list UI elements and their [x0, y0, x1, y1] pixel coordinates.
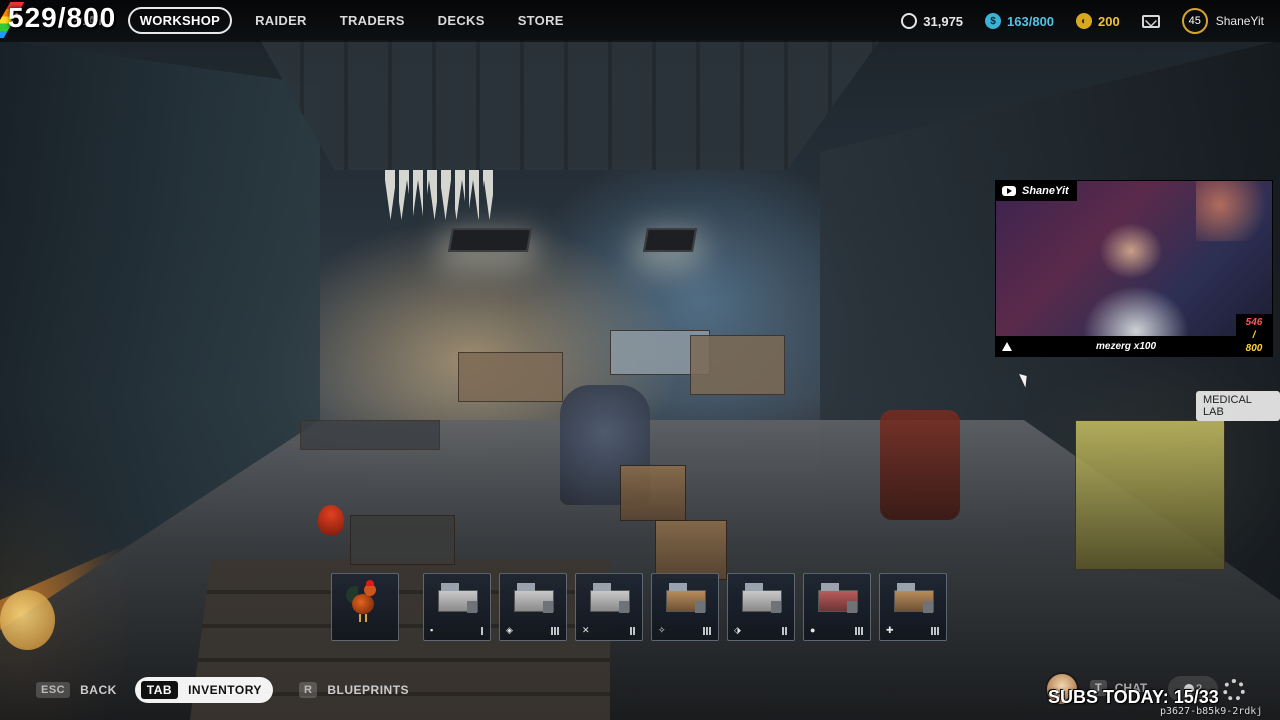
- mail-icon[interactable]: [1141, 14, 1160, 28]
- goal-separator: /: [1252, 330, 1256, 341]
- station-type-icon: ✚: [886, 625, 894, 635]
- station-type-icon: ✕: [582, 625, 590, 635]
- gear-bench-icon: [590, 583, 630, 613]
- medical-lab-bench[interactable]: [1075, 420, 1225, 570]
- scene-desk: [458, 352, 563, 402]
- alert-triangle-icon: [1002, 341, 1012, 351]
- tool-tray: [350, 515, 455, 565]
- goal-current: 546: [1245, 317, 1263, 328]
- tab-raider[interactable]: RAIDER: [245, 8, 317, 33]
- gold-icon: ◐: [1076, 13, 1093, 29]
- level-badge: 45: [1181, 8, 1208, 34]
- medical-lab-icon: [742, 583, 782, 613]
- settings-gear-icon[interactable]: [1223, 679, 1245, 701]
- esc-key-hint: ESC: [36, 682, 71, 698]
- credits-value: 163/800: [1007, 13, 1055, 29]
- scene-table: [300, 420, 440, 450]
- workstation-hotbar: ▪ ◈ ✕ ✧ ⬗ ● ✚: [331, 573, 955, 641]
- explosives-station-icon: [666, 583, 706, 613]
- sub-goal-widget: 546 / 800: [1236, 314, 1272, 356]
- tab-store[interactable]: STORE: [508, 8, 574, 33]
- youtube-icon: [1002, 186, 1016, 196]
- hotbar-slot-gear-bench[interactable]: ✕: [575, 573, 643, 641]
- bottom-actions: ESC BACK TAB INVENTORY R BLUEPRINTS: [36, 677, 435, 703]
- gunsmith-bench-icon: [514, 583, 554, 613]
- crate: [655, 520, 727, 580]
- hotbar-slot-refiner[interactable]: ●: [803, 573, 871, 641]
- hotbar-slot-rooster[interactable]: [331, 573, 399, 641]
- hover-tooltip: MEDICAL LAB: [1196, 391, 1280, 421]
- gold-value: 200: [1098, 13, 1120, 29]
- bunting-flags: [385, 170, 495, 220]
- r-key-hint: R: [298, 682, 318, 698]
- station-type-icon: ✧: [658, 625, 666, 635]
- globe: [0, 590, 55, 650]
- tier-indicator: [481, 627, 483, 635]
- blueprints-label: BLUEPRINTS: [327, 683, 410, 697]
- tier-indicator: [782, 627, 787, 635]
- blueprints-button[interactable]: R BLUEPRINTS: [298, 682, 410, 698]
- tab-traders[interactable]: TRADERS: [330, 8, 415, 33]
- webcam-message: mezerg x100: [1096, 340, 1157, 352]
- main-nav: PLAY WORKSHOP RAIDER TRADERS DECKS STORE: [60, 7, 587, 34]
- credits-icon: $: [985, 13, 1002, 29]
- coins-display[interactable]: 31,975: [901, 13, 963, 29]
- webcam-light: [1196, 181, 1272, 241]
- station-type-icon: ●: [810, 625, 816, 635]
- scene-desk: [690, 335, 785, 395]
- profile-badge[interactable]: 45 ShaneYit: [1181, 8, 1264, 34]
- coin-icon: [901, 13, 918, 29]
- ceiling: [260, 40, 880, 170]
- hotbar-slot-gunsmith[interactable]: ◈: [499, 573, 567, 641]
- station-type-icon: ◈: [506, 625, 513, 635]
- webcam-overlay: ShaneYit mezerg x100 546 / 800: [995, 180, 1273, 357]
- stream-counter-overlay: 529/800: [8, 2, 117, 33]
- gold-display[interactable]: ◐ 200: [1076, 13, 1120, 29]
- currency-bar: 31,975 $ 163/800 ◐ 200 45 ShaneYit: [879, 0, 1264, 42]
- tier-indicator: [703, 627, 711, 635]
- tab-key-hint: TAB: [140, 681, 179, 699]
- hotbar-slot-utility[interactable]: ✚: [879, 573, 947, 641]
- tier-indicator: [551, 627, 559, 635]
- office-chair: [880, 410, 960, 520]
- tab-workshop[interactable]: WORKSHOP: [127, 7, 233, 34]
- hotbar-slot-workbench[interactable]: ▪: [423, 573, 491, 641]
- work-lamp: [642, 228, 698, 252]
- subs-today-overlay: SUBS TODAY: 15/33: [1048, 687, 1219, 707]
- tab-decks[interactable]: DECKS: [428, 8, 495, 33]
- refiner-icon: [818, 583, 858, 613]
- station-type-icon: ⬗: [734, 625, 741, 635]
- hotbar-slot-explosives[interactable]: ✧: [651, 573, 719, 641]
- tier-indicator: [630, 627, 635, 635]
- rooster-icon: [346, 580, 382, 624]
- work-lamp: [447, 228, 533, 252]
- player-name: ShaneYit: [1215, 14, 1264, 28]
- back-label: BACK: [80, 683, 117, 697]
- workbench-icon: [438, 583, 478, 613]
- back-button[interactable]: ESC BACK: [36, 682, 117, 698]
- webcam-channel-name: ShaneYit: [1022, 185, 1069, 197]
- inventory-label: INVENTORY: [188, 683, 262, 697]
- top-navigation-bar: PLAY WORKSHOP RAIDER TRADERS DECKS STORE…: [0, 0, 1280, 42]
- scrappy-rooster[interactable]: [318, 505, 344, 535]
- crate: [620, 465, 686, 521]
- station-type-icon: ▪: [430, 625, 434, 635]
- webcam-message-bar: mezerg x100: [996, 336, 1236, 356]
- utility-station-icon: [894, 583, 934, 613]
- webcam-channel-tag: ShaneYit: [996, 181, 1077, 201]
- hotbar-slot-medical-lab[interactable]: ⬗: [727, 573, 795, 641]
- tier-indicator: [855, 627, 863, 635]
- credits-display[interactable]: $ 163/800: [985, 13, 1054, 29]
- inventory-button[interactable]: TAB INVENTORY: [134, 677, 273, 703]
- coins-value: 31,975: [923, 13, 964, 29]
- goal-total: 800: [1245, 343, 1263, 354]
- tier-indicator: [931, 627, 939, 635]
